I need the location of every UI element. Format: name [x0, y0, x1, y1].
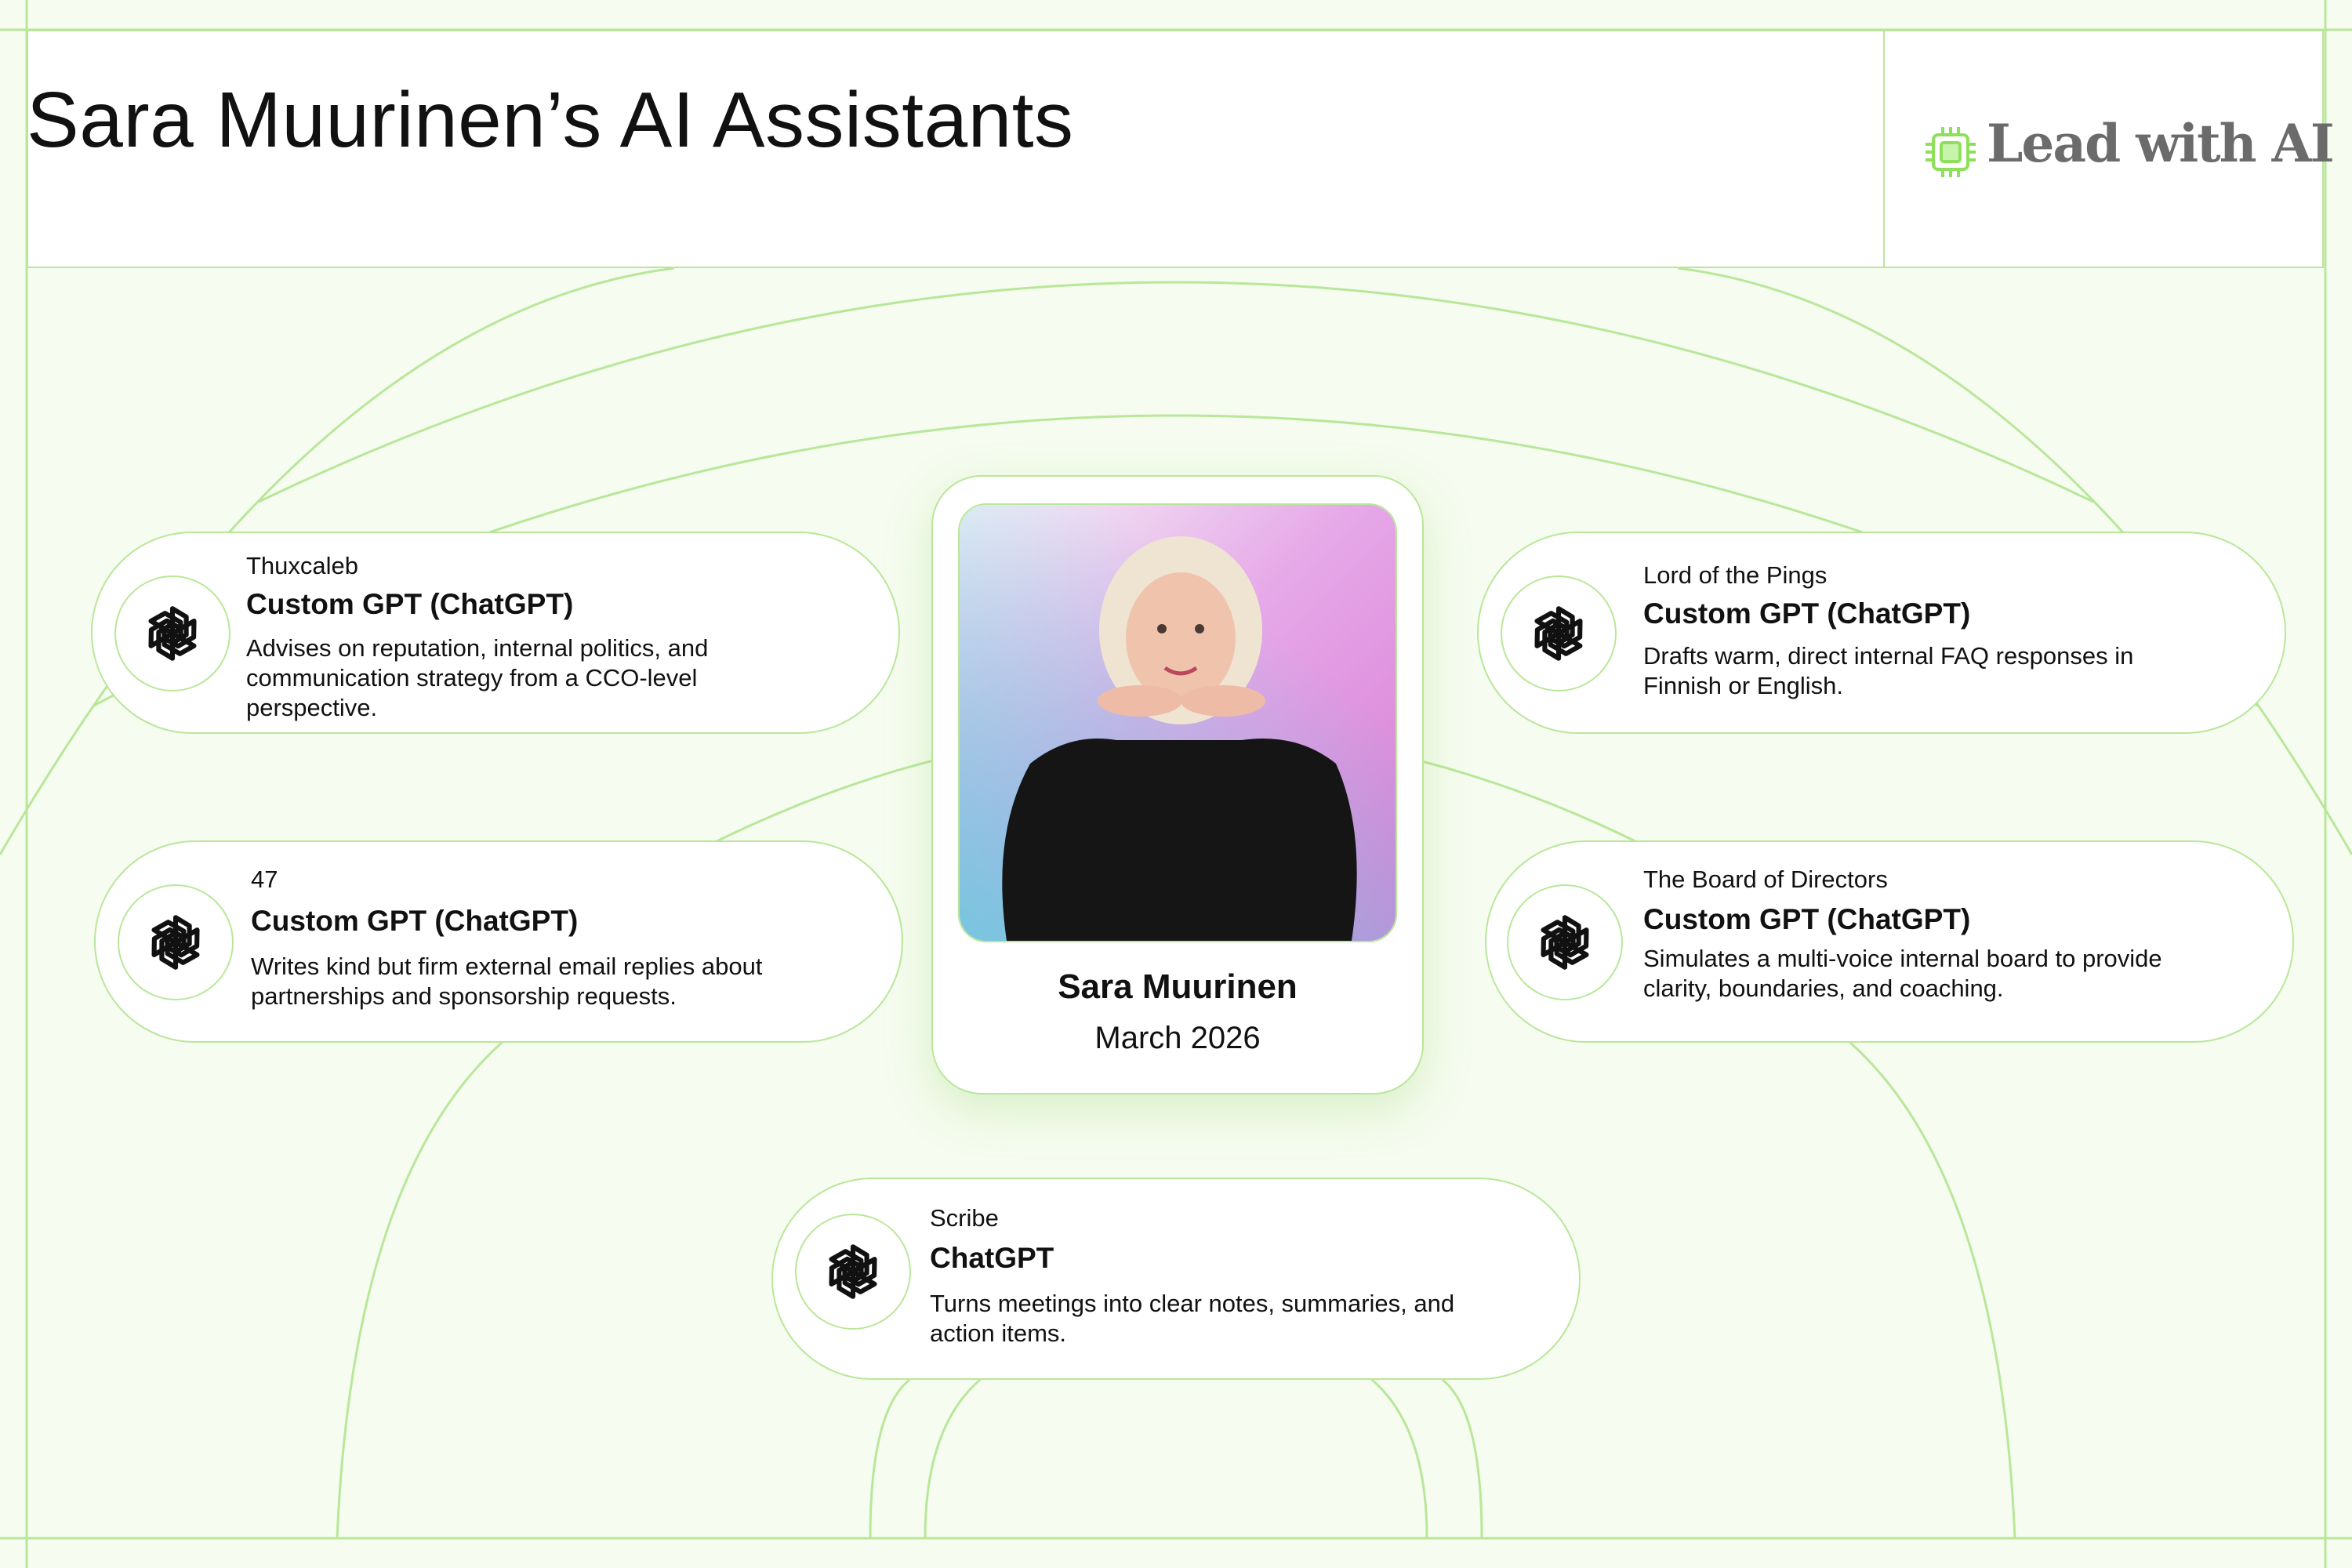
openai-icon — [829, 1244, 877, 1299]
logo-text: Lead with AI — [1987, 113, 2335, 174]
icon-badge — [114, 575, 230, 691]
profile-name: Sara Muurinen — [1058, 967, 1298, 1006]
assistant-tool: Custom GPT (ChatGPT) — [1643, 903, 1971, 935]
openai-icon — [148, 606, 197, 661]
assistant-card-scribe[interactable]: Scribe ChatGPT Turns meetings into clear… — [771, 1178, 1581, 1380]
assistant-card-thuxcaleb[interactable]: Thuxcaleb Custom GPT (ChatGPT) Advises o… — [91, 532, 900, 734]
assistant-tool: Custom GPT (ChatGPT) — [1643, 597, 1971, 630]
assistant-description: Writes kind but firm external email repl… — [251, 953, 763, 1010]
profile-photo — [958, 503, 1397, 942]
openai-icon — [151, 915, 200, 970]
page-title: Sara Muurinen’s AI Assistants — [27, 76, 1074, 164]
assistant-name: Lord of the Pings — [1643, 561, 1828, 589]
openai-icon — [1541, 915, 1589, 970]
icon-badge — [795, 1214, 911, 1330]
profile-date: March 2026 — [1094, 1021, 1261, 1055]
openai-icon — [1534, 606, 1583, 661]
assistant-name: 47 — [251, 866, 278, 893]
assistant-card-47[interactable]: 47 Custom GPT (ChatGPT) Writes kind but … — [94, 840, 903, 1043]
assistant-card-lord-of-the-pings[interactable]: Lord of the Pings Custom GPT (ChatGPT) D… — [1477, 532, 2286, 734]
assistant-tool: Custom GPT (ChatGPT) — [251, 905, 579, 937]
icon-badge — [1501, 575, 1617, 691]
icon-badge — [1507, 884, 1623, 1000]
chip-icon — [1926, 127, 1976, 177]
profile-card[interactable]: Sara Muurinen March 2026 — [931, 475, 1424, 1094]
assistant-tool: Custom GPT (ChatGPT) — [246, 588, 574, 620]
logo[interactable]: Lead with AI — [1883, 31, 2335, 267]
assistant-name: Scribe — [930, 1204, 999, 1232]
assistant-description: Turns meetings into clear notes, summari… — [930, 1290, 1455, 1347]
assistant-card-board-of-directors[interactable]: The Board of Directors Custom GPT (ChatG… — [1485, 840, 2294, 1043]
icon-badge — [118, 884, 234, 1000]
assistant-description: Drafts warm, direct internal FAQ respons… — [1643, 642, 2134, 699]
assistant-name: The Board of Directors — [1643, 866, 1888, 893]
assistant-description: Simulates a multi-voice internal board t… — [1643, 945, 2162, 1002]
assistant-description: Advises on reputation, internal politics… — [246, 634, 709, 721]
assistant-tool: ChatGPT — [930, 1242, 1054, 1274]
profile-photo-illustration — [960, 505, 1396, 941]
assistant-name: Thuxcaleb — [246, 552, 359, 579]
